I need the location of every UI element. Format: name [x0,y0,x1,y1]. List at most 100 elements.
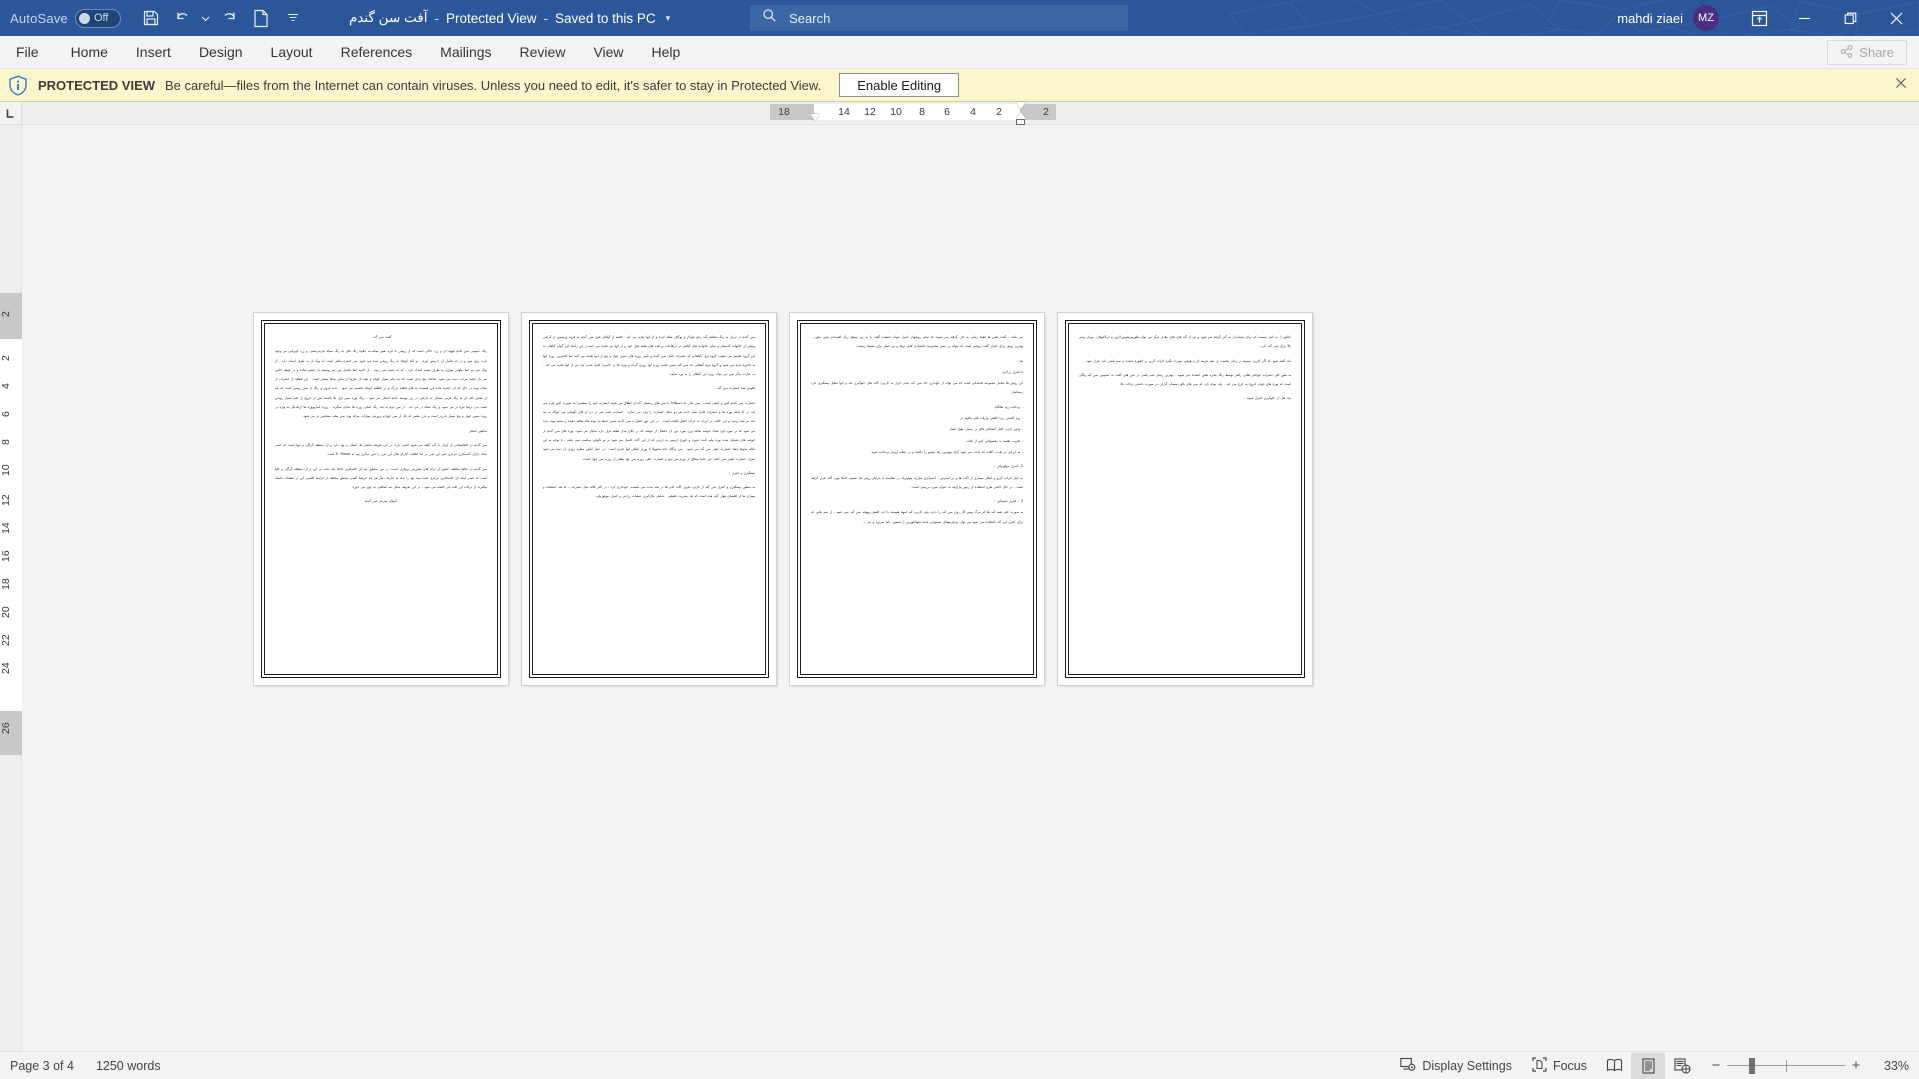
document-page[interactable]: می باشد . گفت نقص ها فقط زمانی به غاز ,گ… [790,313,1044,685]
vruler-number: 2 [0,311,12,317]
save-location[interactable]: Saved to this PC [555,11,656,26]
pages-container: گفت سن گند . رنگ عمومی سن گندم قهوه ای و… [254,313,1312,685]
zoom-in-button[interactable]: + [1845,1057,1867,1074]
quick-access-more-icon[interactable] [277,3,309,33]
page-border-frame: گفت سن گند . رنگ عمومی سن گندم قهوه ای و… [261,320,501,678]
vruler-number: 16 [0,550,12,562]
paragraph: می باشد . گفت نقص ها فقط زمانی به غاز ,گ… [811,335,1023,349]
hanging-indent-marker[interactable] [1016,102,1026,109]
ruler-number: 2 [996,106,1002,118]
read-mode-icon[interactable] [1597,1053,1631,1079]
tab-references[interactable]: References [327,36,427,69]
search-icon [762,8,777,28]
redo-icon[interactable] [213,3,245,33]
tab-stop-selector[interactable] [0,102,22,124]
page-text-body: گفت سن گند . رنگ عمومی سن گندم قهوه ای و… [275,333,487,507]
restore-icon[interactable] [1827,0,1873,36]
page-text-body: می باشد . گفت نقص ها فقط زمانی به غاز ,گ… [811,333,1023,527]
vertical-ruler[interactable]: 2 2 4 6 8 10 12 14 16 18 20 22 24 26 [0,125,22,1051]
title-separator-2: - [543,10,549,26]
zoom-track-midpoint [1786,1059,1787,1072]
paragraph: به دلیل اثرات گزرو و اهکار بسیاری از اگت… [811,475,1023,489]
display-settings-icon [1400,1057,1416,1075]
paragraph: - پرداخت زود هانگام [995,404,1023,409]
page-text-body: سن گندم در ایران به رنگ مختلف گند رخو چو… [543,333,755,502]
paragraph: فعودی هند خسارت سن گند . [714,386,755,391]
page-text-body: دکتاون ) به دلیل سمیت کم برای پستادران ب… [1079,333,1291,404]
zoom-level[interactable]: 33% [1867,1059,1909,1073]
autosave-toggle-knob [78,12,90,24]
paragraph: به طور کلی حشرات کوچکتر هلایی راهتر توسط… [1079,372,1291,387]
first-line-indent-marker[interactable] [810,114,820,121]
close-icon[interactable] [1895,77,1907,92]
paragraph: گفت سن گند . [370,335,392,339]
autosave-toggle[interactable]: Off [74,8,121,28]
tab-design[interactable]: Design [185,36,257,69]
protected-view-title: PROTECTED VIEW [38,77,156,93]
zoom-slider[interactable]: − + 33% [1705,1053,1909,1079]
focus-label: Focus [1552,1058,1587,1073]
vruler-number: 4 [0,383,12,389]
document-page[interactable]: سن گندم در ایران به رنگ مختلف گند رخو چو… [522,313,776,685]
paragraph: باید گفته شود که اگر کاربرد سموم در زمان… [1083,358,1291,363]
page-indicator[interactable]: Page 3 of 4 [10,1059,74,1073]
document-page[interactable]: گفت سن گند . رنگ عمومی سن گندم قهوه ای و… [254,313,508,685]
zoom-track[interactable] [1727,1053,1845,1079]
display-settings-button[interactable]: Display Settings [1390,1053,1522,1079]
focus-button[interactable]: Focus [1522,1053,1597,1079]
paragraph: به منظور پیشگیری و کنترل سن گند از کاربر… [543,485,755,499]
user-name[interactable]: mahdi ziaei [1617,11,1683,26]
status-bar: Page 3 of 4 1250 words Display Settings … [0,1051,1919,1079]
word-count[interactable]: 1250 words [96,1059,161,1073]
ruler-track[interactable]: 18 14 12 10 8 6 4 2 2 [770,102,1056,125]
vruler-number: 22 [0,634,12,646]
protected-view-message: Be careful—files from the Internet can c… [165,77,822,93]
chevron-down-icon[interactable]: ▾ [666,13,671,24]
tab-help[interactable]: Help [638,36,695,69]
vruler-number: 14 [0,522,12,534]
tab-home[interactable]: Home [57,36,122,69]
ribbon-tab-bar: File Home Insert Design Layout Reference… [0,36,1919,69]
paragraph: باید قبل از جلوگیری کنترل شوند . [1244,396,1291,401]
page-border-frame: سن گندم در ایران به رنگ مختلف گند رخو چو… [529,320,769,678]
zoom-thumb[interactable] [1749,1057,1755,1074]
zoom-out-button[interactable]: − [1705,1057,1727,1074]
tab-file[interactable]: File [0,36,57,69]
search-placeholder: Search [789,10,831,26]
tab-insert[interactable]: Insert [122,36,185,69]
paragraph: سن گندم در ایران به رنگ مختلف گند رخو چو… [543,335,755,377]
new-document-icon[interactable] [245,3,277,33]
chevron-down-icon[interactable] [199,3,213,33]
avatar[interactable]: MZ [1693,5,1719,31]
paragraph: بعد . [1016,358,1023,363]
minimize-icon[interactable] [1781,0,1827,36]
right-indent-marker[interactable] [1016,112,1026,119]
enable-editing-button[interactable]: Enable Editing [839,73,960,97]
ruler-number: 10 [890,106,902,118]
tab-mailings[interactable]: Mailings [426,36,505,69]
tab-layout[interactable]: Layout [257,36,327,69]
document-page[interactable]: دکتاون ) به دلیل سمیت کم برای پستادران ب… [1058,313,1312,685]
web-layout-icon[interactable] [1665,1053,1699,1079]
undo-icon[interactable] [167,3,199,33]
focus-icon [1532,1056,1547,1075]
share-button[interactable]: Share [1827,40,1907,65]
paragraph: دکتاون ) به دلیل سمیت کم برای پستادران ب… [1079,335,1291,349]
autosave-label: AutoSave [10,10,68,26]
close-icon[interactable] [1873,0,1919,36]
paragraph: این روش ها شامل مجموعه اقداماتی است که م… [811,381,1023,395]
paragraph: 3 – کنترل شیمیایی : [994,499,1023,504]
paragraph: - زود کاشتن ریزا کاهش وارپانه های ماقوم … [960,416,1023,421]
ribbon-display-options-icon[interactable] [1737,0,1781,36]
horizontal-ruler[interactable]: 18 14 12 10 8 6 4 2 2 [0,102,1919,125]
vruler-number: 2 [0,355,12,361]
save-icon[interactable] [135,3,167,33]
print-layout-icon[interactable] [1631,1052,1665,1079]
tab-review[interactable]: Review [506,36,580,69]
ruler-number: 2 [1043,106,1049,118]
tab-view[interactable]: View [579,36,637,69]
title-separator-1: - [434,10,439,26]
paragraph: گرهان میزبان سن گندم [364,499,398,504]
search-input[interactable]: Search [750,5,1129,31]
ruler-number: 8 [919,106,925,118]
